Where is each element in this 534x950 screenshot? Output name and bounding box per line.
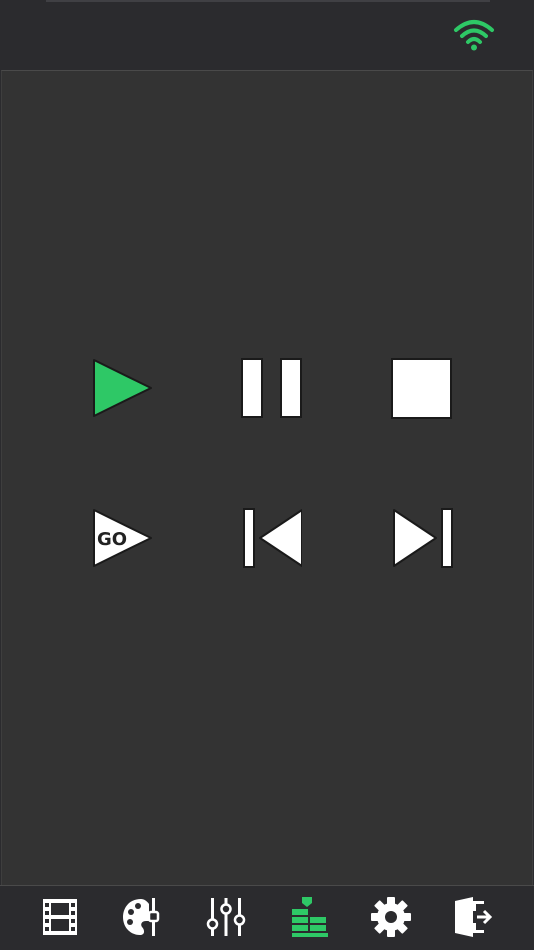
stop-button[interactable] — [386, 353, 456, 423]
tab-logout[interactable] — [450, 894, 496, 940]
play-icon — [93, 359, 152, 417]
cue-stack-icon — [292, 897, 328, 937]
exit-door-icon — [455, 897, 493, 937]
gear-icon — [371, 897, 411, 937]
tab-mixer[interactable] — [203, 894, 249, 940]
transport-panel: GO — [1, 70, 533, 885]
previous-button[interactable] — [235, 503, 305, 573]
film-icon — [43, 899, 77, 935]
go-button[interactable]: GO — [86, 503, 156, 573]
stop-icon — [391, 358, 452, 419]
skip-previous-icon — [243, 508, 302, 568]
pause-button[interactable] — [235, 353, 305, 423]
wifi-icon — [452, 18, 496, 52]
tab-settings[interactable] — [368, 894, 414, 940]
go-label: GO — [97, 529, 127, 550]
skip-next-icon — [393, 508, 453, 568]
next-button[interactable] — [386, 503, 456, 573]
pause-icon — [241, 358, 302, 418]
sliders-icon — [206, 898, 246, 936]
status-divider — [46, 0, 490, 2]
tab-cues[interactable] — [286, 894, 332, 940]
status-bar — [0, 0, 534, 70]
tab-media[interactable] — [37, 894, 83, 940]
palette-icon — [123, 898, 160, 936]
go-icon: GO — [93, 509, 152, 567]
play-button[interactable] — [86, 353, 156, 423]
tab-palette[interactable] — [119, 894, 165, 940]
tab-bar — [0, 885, 534, 950]
